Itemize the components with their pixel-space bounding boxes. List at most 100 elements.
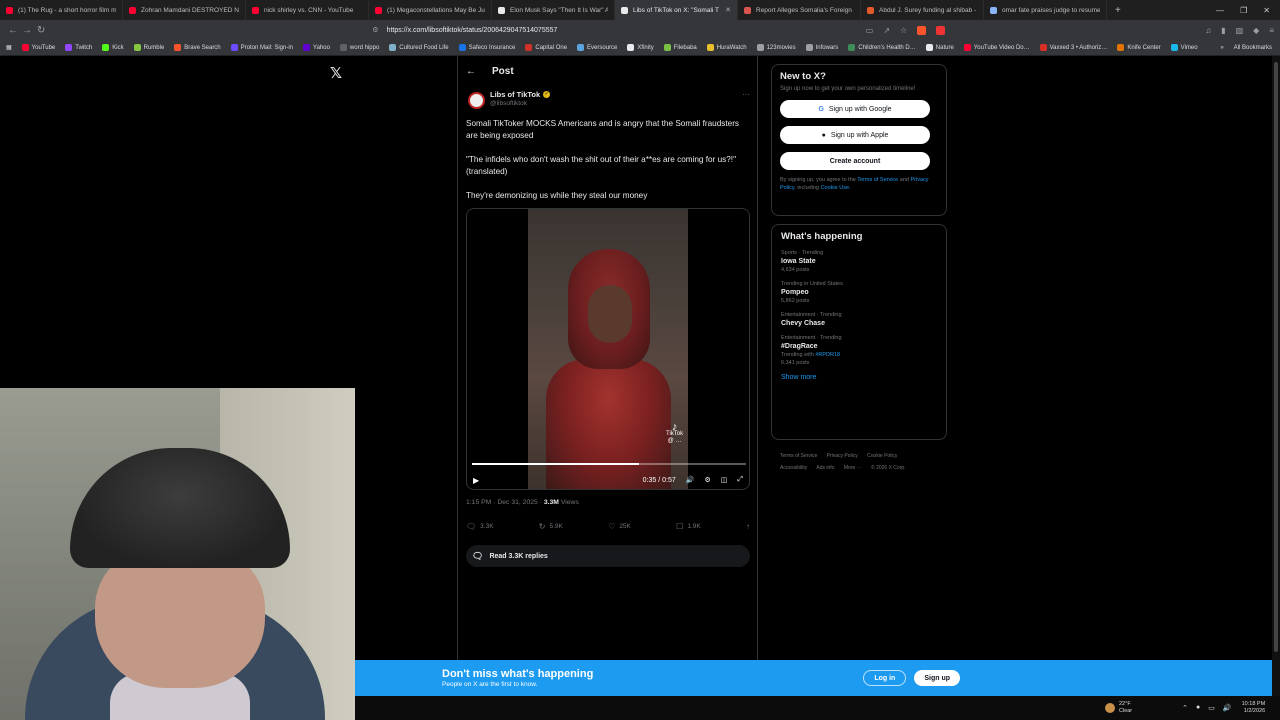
- tab-close-icon[interactable]: ✕: [725, 6, 731, 14]
- browser-tab[interactable]: (1) The Rug - a short horror film mad: [0, 0, 123, 20]
- bookmark-item[interactable]: Kick: [102, 44, 124, 51]
- tos-link[interactable]: Terms of Service: [857, 177, 898, 183]
- brave-rewards-icon[interactable]: [936, 25, 946, 35]
- browser-tab[interactable]: Elon Musk Says "Then It Is War" After: [492, 0, 615, 20]
- footer-link[interactable]: Accessibility: [780, 465, 807, 471]
- show-more-link[interactable]: Show more: [781, 374, 937, 381]
- bookmark-item[interactable]: Safeco Insurance: [458, 44, 515, 51]
- trend-with-tag[interactable]: #RPDR18: [815, 352, 840, 358]
- new-tab-button[interactable]: +: [1107, 5, 1129, 16]
- trend-item[interactable]: Entertainment · Trending #DragRace Trend…: [781, 335, 937, 366]
- tray-chevron-icon[interactable]: ⌃: [1182, 704, 1188, 712]
- bookmark-item[interactable]: HuraWatch: [706, 44, 747, 51]
- brave-shield-icon[interactable]: [917, 25, 927, 35]
- bookmark-item[interactable]: Infowars: [805, 44, 838, 51]
- network-icon[interactable]: ▭: [1208, 704, 1215, 712]
- bookmark-item[interactable]: Capital One: [525, 44, 567, 51]
- wallet-icon[interactable]: ▧: [1236, 26, 1244, 35]
- browser-tab[interactable]: Zohran Mamdani DESTROYED New …: [123, 0, 246, 20]
- reload-icon[interactable]: ↻: [34, 25, 48, 36]
- like-button[interactable]: ♡ 25K: [608, 522, 631, 531]
- back-icon[interactable]: ←: [6, 25, 20, 36]
- bookmark-item[interactable]: Children's Health D…: [848, 44, 916, 51]
- fullscreen-icon[interactable]: ⤢: [737, 476, 743, 484]
- more-bookmarks-icon[interactable]: »: [1220, 45, 1223, 51]
- video-player[interactable]: ♪ TikTok @ … ▶ 0:35 / 0:57 🔊 ⚙ ◫ ⤢: [466, 208, 750, 490]
- footer-link[interactable]: More ···: [844, 465, 862, 471]
- bookmark-item[interactable]: Cultured Food Life: [389, 44, 449, 51]
- bookmark-item[interactable]: Proton Mail: Sign-in: [230, 44, 293, 51]
- trend-item[interactable]: Trending in United States Pompeo 5,862 p…: [781, 281, 937, 304]
- create-account-button[interactable]: Create account: [780, 152, 930, 170]
- share-icon[interactable]: ↗: [883, 26, 890, 35]
- trend-item[interactable]: Sports · Trending Iowa State 4,634 posts: [781, 250, 937, 273]
- google-signup-button[interactable]: G Sign up with Google: [780, 100, 930, 118]
- restore-icon[interactable]: ❐: [1240, 6, 1247, 15]
- bookmark-item[interactable]: Vaxxed 3 • Authoriz…: [1039, 44, 1107, 51]
- browser-tab[interactable]: (1) Megaconstellations May Be Just …: [369, 0, 492, 20]
- author-name[interactable]: Libs of TikTok: [490, 90, 540, 99]
- close-window-icon[interactable]: ✕: [1263, 6, 1270, 15]
- play-icon[interactable]: ▶: [473, 476, 479, 485]
- forward-icon[interactable]: →: [20, 25, 34, 36]
- browser-tab[interactable]: omar fate praises judge to resume fu: [984, 0, 1107, 20]
- microphone-icon[interactable]: ●: [1196, 704, 1200, 712]
- cast-icon[interactable]: ▭: [866, 26, 874, 35]
- bookmark-item[interactable]: Nature: [925, 44, 954, 51]
- avatar[interactable]: [468, 92, 485, 109]
- footer-link[interactable]: Cookie Policy: [867, 453, 897, 459]
- speaker-icon[interactable]: 🔊: [1223, 704, 1232, 712]
- read-replies-button[interactable]: 🗨 Read 3.3K replies: [466, 545, 750, 567]
- share-post-button[interactable]: ↑: [746, 522, 750, 531]
- bookmark-item[interactable]: Twitch: [65, 44, 92, 51]
- bookmark-item[interactable]: Yahoo: [303, 44, 330, 51]
- bookmark-item[interactable]: Eversource: [577, 44, 617, 51]
- video-frame[interactable]: ♪ TikTok @ …: [528, 209, 688, 489]
- bookmark-item[interactable]: Brave Search: [174, 44, 221, 51]
- cookie-link[interactable]: Cookie Use.: [821, 185, 851, 191]
- bookmark-item[interactable]: Filebaba: [663, 44, 697, 51]
- bookmark-item[interactable]: word hippo: [339, 44, 379, 51]
- bookmark-item[interactable]: Xfinity: [627, 44, 654, 51]
- bookmark-item[interactable]: Vimeo: [1170, 44, 1198, 51]
- scrollbar-thumb[interactable]: [1274, 62, 1278, 652]
- browser-tab[interactable]: Abdul J. Surey funding al shibab - B: [861, 0, 984, 20]
- volume-icon[interactable]: 🔊: [686, 476, 695, 484]
- menu-icon[interactable]: ≡: [1269, 26, 1274, 35]
- video-progress-bar[interactable]: [472, 463, 746, 465]
- login-button[interactable]: Log in: [863, 670, 907, 686]
- vpn-icon[interactable]: ◆: [1253, 26, 1259, 35]
- url-field[interactable]: ⚙ https://x.com/libsoftiktok/status/2006…: [372, 23, 865, 37]
- repost-button[interactable]: ↻ 5.9K: [539, 522, 563, 531]
- bookmark-star-icon[interactable]: ☆: [900, 26, 907, 35]
- signup-button[interactable]: Sign up: [914, 670, 960, 686]
- bookmark-button[interactable]: ☐ 1.9K: [676, 522, 701, 531]
- minimize-icon[interactable]: —: [1216, 6, 1224, 15]
- author-handle[interactable]: @libsoftiktok: [490, 100, 550, 107]
- reply-button[interactable]: 🗨 3.3K: [466, 522, 494, 531]
- media-icon[interactable]: ♫: [1205, 26, 1211, 35]
- settings-icon[interactable]: ⚙: [704, 476, 710, 484]
- apple-signup-button[interactable]: ● Sign up with Apple: [780, 126, 930, 144]
- browser-tab[interactable]: Libs of TikTok on X: "Somali Tik ✕: [615, 0, 738, 20]
- trend-item[interactable]: Entertainment · Trending Chevy Chase: [781, 312, 937, 327]
- footer-link[interactable]: Terms of Service: [780, 453, 817, 459]
- page-scrollbar[interactable]: [1272, 56, 1280, 696]
- browser-tab[interactable]: Report Alleges Somalia's Foreign Mi: [738, 0, 861, 20]
- footer-link[interactable]: Ads info: [816, 465, 834, 471]
- weather-widget[interactable]: 22°F Clear: [1105, 701, 1132, 715]
- more-options-icon[interactable]: ···: [742, 90, 750, 99]
- author-name-row[interactable]: Libs of TikTok ✓: [490, 90, 551, 99]
- bookmark-item[interactable]: YouTube: [21, 44, 55, 51]
- bookmark-item[interactable]: 123movies: [756, 44, 796, 51]
- clock[interactable]: 10:18 PM 1/2/2026: [1242, 701, 1266, 715]
- back-arrow-icon[interactable]: ←: [466, 66, 476, 77]
- post-timestamp[interactable]: 1:15 PM · Dec 31, 2025: [466, 499, 538, 506]
- site-info-icon[interactable]: ⚙: [372, 26, 378, 34]
- bookmark-item[interactable]: Knife Center: [1117, 44, 1161, 51]
- apps-icon[interactable]: ▦: [6, 44, 12, 51]
- x-logo-icon[interactable]: 𝕏: [330, 64, 342, 82]
- bookmark-item[interactable]: YouTube Video Do…: [963, 44, 1030, 51]
- browser-tab[interactable]: nick shirley vs. CNN - YouTube: [246, 0, 369, 20]
- footer-link[interactable]: Privacy Policy: [827, 453, 858, 459]
